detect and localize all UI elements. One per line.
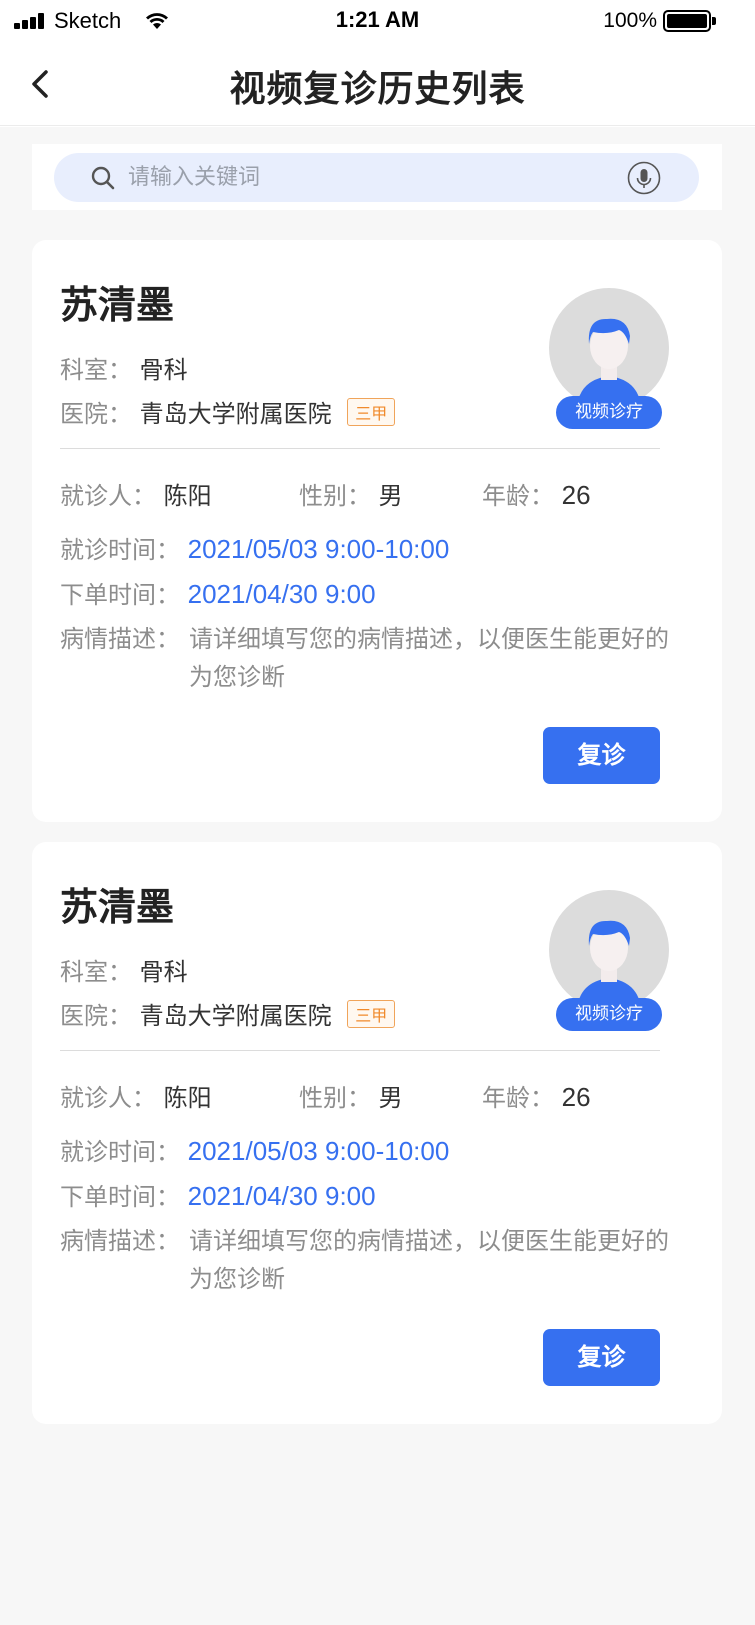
follow-up-button[interactable]: 复诊 xyxy=(543,727,660,784)
gender-label: 性别： xyxy=(299,482,371,510)
hospital-value: 青岛大学附属医院 xyxy=(139,1002,332,1030)
visit-time-label: 就诊时间： xyxy=(60,1138,180,1166)
description-value: 请详细填写您的病情描述，以便医生能更好的为您诊断 xyxy=(189,625,669,691)
visit-time-value: 2021/05/03 9:00-10:00 xyxy=(187,534,450,564)
record-card: 苏清墨 科室： 骨科 医院： 青岛大学附属医院 三甲 视频诊疗 就诊人： 陈阳 … xyxy=(32,842,722,1424)
age-label: 年龄： xyxy=(482,482,554,510)
search-icon xyxy=(91,166,115,190)
microphone-icon[interactable] xyxy=(627,161,661,195)
app-screen: Sketch 1:21 AM 100% 视频复诊历史列表 请输入关键词 苏清墨 … xyxy=(0,0,755,1625)
description-label: 病情描述： xyxy=(60,625,180,653)
doctor-name: 苏清墨 xyxy=(60,885,175,929)
gender-row: 性别： 男 xyxy=(299,476,403,511)
patient-row: 就诊人： 陈阳 xyxy=(60,476,212,511)
department-value: 骨科 xyxy=(139,958,188,986)
gender-label: 性别： xyxy=(299,1084,371,1112)
hospital-grade-badge: 三甲 xyxy=(347,1000,396,1028)
search-input[interactable] xyxy=(128,159,608,196)
person-icon xyxy=(577,318,641,408)
hospital-value: 青岛大学附属医院 xyxy=(139,400,332,428)
order-time-label: 下单时间： xyxy=(60,1183,180,1211)
page-title: 视频复诊历史列表 xyxy=(229,69,526,110)
age-label: 年龄： xyxy=(482,1084,554,1112)
department-value: 骨科 xyxy=(139,356,188,384)
hospital-label: 医院： xyxy=(60,400,132,428)
divider xyxy=(60,1050,660,1051)
hospital-row: 医院： 青岛大学附属医院 三甲 xyxy=(60,996,396,1031)
hospital-grade-badge: 三甲 xyxy=(347,398,396,426)
order-time-label: 下单时间： xyxy=(60,581,180,609)
avatar xyxy=(549,890,669,1010)
patient-label: 就诊人： xyxy=(60,1084,156,1112)
visit-time-row: 就诊时间： 2021/05/03 9:00-10:00 xyxy=(60,1132,449,1167)
patient-value: 陈阳 xyxy=(163,482,212,510)
visit-time-value: 2021/05/03 9:00-10:00 xyxy=(187,1136,450,1166)
order-time-row: 下单时间： 2021/04/30 9:00 xyxy=(60,575,376,610)
status-bar: Sketch 1:21 AM 100% xyxy=(0,0,755,44)
video-consultation-badge: 视频诊疗 xyxy=(556,998,662,1031)
order-time-value: 2021/04/30 9:00 xyxy=(187,1181,376,1211)
avatar xyxy=(549,288,669,408)
visit-time-row: 就诊时间： 2021/05/03 9:00-10:00 xyxy=(60,530,449,565)
gender-row: 性别： 男 xyxy=(299,1078,403,1113)
order-time-value: 2021/04/30 9:00 xyxy=(187,579,376,609)
navigation-bar: 视频复诊历史列表 xyxy=(0,44,755,126)
gender-value: 男 xyxy=(378,1084,403,1112)
divider xyxy=(60,448,660,449)
description-label: 病情描述： xyxy=(60,1227,180,1255)
battery-tip xyxy=(712,17,716,25)
department-row: 科室： 骨科 xyxy=(60,952,188,987)
hospital-row: 医院： 青岛大学附属医院 三甲 xyxy=(60,394,396,429)
department-row: 科室： 骨科 xyxy=(60,350,188,385)
search-bar-container xyxy=(32,144,722,210)
order-time-row: 下单时间： 2021/04/30 9:00 xyxy=(60,1177,376,1212)
battery-percent: 100% xyxy=(603,9,657,32)
department-label: 科室： xyxy=(60,958,132,986)
age-row: 年龄： 26 xyxy=(482,1078,591,1113)
doctor-name: 苏清墨 xyxy=(60,283,175,327)
hospital-label: 医院： xyxy=(60,1002,132,1030)
patient-row: 就诊人： 陈阳 xyxy=(60,1078,212,1113)
patient-value: 陈阳 xyxy=(163,1084,212,1112)
content-area: 苏清墨 科室： 骨科 医院： 青岛大学附属医院 三甲 视频诊疗 xyxy=(0,127,755,1625)
follow-up-button[interactable]: 复诊 xyxy=(543,1329,660,1386)
patient-label: 就诊人： xyxy=(60,482,156,510)
age-value: 26 xyxy=(561,1082,591,1112)
description-value: 请详细填写您的病情描述，以便医生能更好的为您诊断 xyxy=(189,1227,669,1293)
gender-value: 男 xyxy=(378,482,403,510)
visit-time-label: 就诊时间： xyxy=(60,536,180,564)
search-bar[interactable] xyxy=(54,153,699,202)
age-row: 年龄： 26 xyxy=(482,476,591,511)
video-consultation-badge: 视频诊疗 xyxy=(556,396,662,429)
person-icon xyxy=(577,920,641,1010)
age-value: 26 xyxy=(561,480,591,510)
department-label: 科室： xyxy=(60,356,132,384)
record-card: 苏清墨 科室： 骨科 医院： 青岛大学附属医院 三甲 视频诊疗 就诊人： 陈阳 … xyxy=(32,240,722,822)
battery-icon xyxy=(663,10,711,32)
